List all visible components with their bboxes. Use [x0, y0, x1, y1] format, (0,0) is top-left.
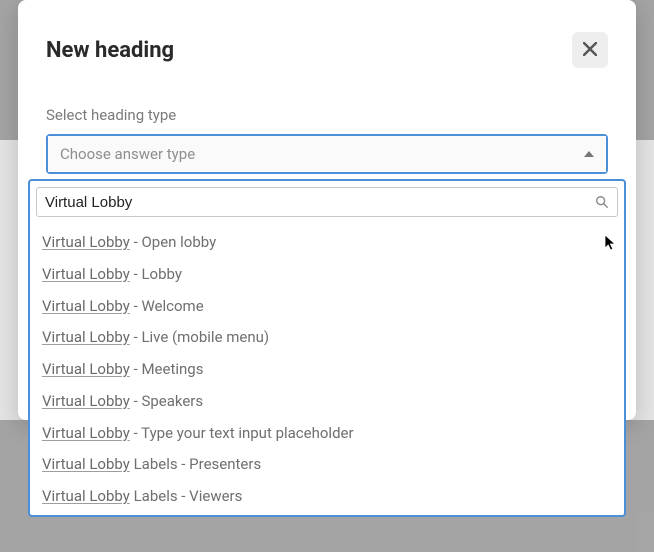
search-input-wrap[interactable] [36, 187, 618, 217]
dropdown-option[interactable]: Virtual Lobby - Speakers [30, 386, 624, 418]
close-button[interactable] [572, 32, 608, 68]
option-prefix: Virtual Lobby [42, 265, 130, 283]
dropdown-option[interactable]: Virtual Lobby - Welcome [30, 291, 624, 323]
modal-title: New heading [46, 38, 174, 63]
dropdown-option[interactable]: Virtual Lobby Labels - Presenters [30, 449, 624, 481]
option-rest: - Speakers [130, 392, 203, 410]
option-rest: - Open lobby [130, 233, 216, 251]
select-header[interactable]: Choose answer type [48, 136, 606, 172]
option-rest: - Lobby [130, 265, 182, 283]
dropdown-option[interactable]: Virtual Lobby - Lobby [30, 259, 624, 291]
option-prefix: Virtual Lobby [42, 487, 130, 505]
dropdown-option[interactable]: Virtual Lobby - Live (mobile menu) [30, 322, 624, 354]
dropdown-options[interactable]: Virtual Lobby - Open lobbyVirtual Lobby … [30, 223, 624, 515]
dropdown-option[interactable]: Virtual Lobby - Open lobby [30, 227, 624, 259]
option-prefix: Virtual Lobby [42, 297, 130, 315]
option-prefix: Virtual Lobby [42, 392, 130, 410]
option-rest: Labels - Viewers [130, 487, 243, 505]
heading-type-dropdown: Virtual Lobby - Open lobbyVirtual Lobby … [28, 179, 626, 517]
option-prefix: Virtual Lobby [42, 360, 130, 378]
caret-up-icon [584, 151, 594, 157]
option-rest: Labels - Presenters [130, 455, 261, 473]
dropdown-option[interactable]: Virtual Lobby Labels - Finished session [30, 513, 624, 515]
option-rest: - Welcome [130, 297, 204, 315]
modal-header: New heading [46, 32, 608, 68]
option-prefix: Virtual Lobby [42, 328, 130, 346]
dropdown-search-row [30, 181, 624, 223]
dropdown-option[interactable]: Virtual Lobby Labels - Viewers [30, 481, 624, 513]
close-icon [583, 42, 597, 59]
heading-type-select[interactable]: Choose answer type [46, 134, 608, 174]
dropdown-option[interactable]: Virtual Lobby - Type your text input pla… [30, 418, 624, 450]
option-rest: - Meetings [130, 360, 204, 378]
option-prefix: Virtual Lobby [42, 455, 130, 473]
search-icon [595, 195, 609, 209]
option-prefix: Virtual Lobby [42, 233, 130, 251]
dropdown-option[interactable]: Virtual Lobby - Meetings [30, 354, 624, 386]
search-input[interactable] [45, 194, 595, 211]
option-rest: - Type your text input placeholder [130, 424, 354, 442]
option-prefix: Virtual Lobby [42, 424, 130, 442]
option-rest: - Live (mobile menu) [130, 328, 269, 346]
select-placeholder: Choose answer type [60, 145, 195, 163]
field-label: Select heading type [46, 106, 608, 124]
